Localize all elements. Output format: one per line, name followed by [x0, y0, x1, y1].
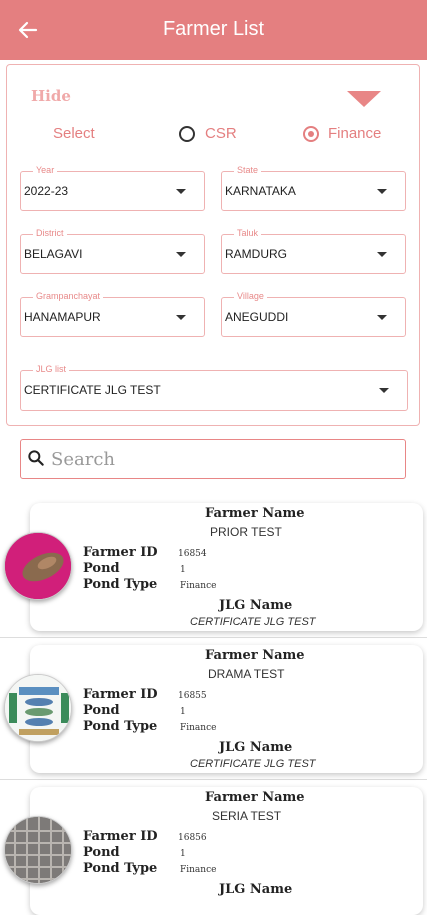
pond-type-label: Pond Type — [83, 861, 158, 876]
jlg-name-value: CERTIFICATE JLG TEST — [190, 616, 316, 628]
pond-value: 1 — [180, 849, 186, 859]
farmer-photo — [4, 674, 72, 742]
jlg-list-dropdown[interactable]: JLG list CERTIFICATE JLG TEST — [20, 364, 408, 411]
pond-value: 1 — [180, 707, 186, 717]
caret-down-icon — [176, 189, 186, 194]
taluk-dropdown[interactable]: Taluk RAMDURG — [221, 228, 406, 274]
caret-down-icon — [176, 252, 186, 257]
pond-label: Pond — [83, 703, 120, 718]
pond-type-label: Pond Type — [83, 577, 158, 592]
pond-type-value: Finance — [180, 581, 217, 591]
taluk-dropdown-label: Taluk — [234, 228, 262, 239]
search-input[interactable]: Search — [20, 439, 406, 479]
farmer-id-label: Farmer ID — [83, 687, 158, 702]
caret-down-icon — [377, 252, 387, 257]
jlg-list-dropdown-label: JLG list — [33, 364, 70, 375]
pond-type-value: Finance — [180, 723, 217, 733]
jlg-list-dropdown-value: CERTIFICATE JLG TEST — [24, 383, 161, 397]
farmer-photo — [4, 816, 72, 884]
app-bar: Farmer List — [0, 0, 427, 60]
farmer-id-value: 16855 — [178, 691, 207, 701]
farmer-photo — [4, 532, 72, 600]
village-dropdown-value: ANEGUDDI — [225, 310, 289, 324]
jlg-name-label: JLG Name — [219, 598, 293, 613]
farmer-name-label: Farmer Name — [205, 506, 305, 521]
year-dropdown-label: Year — [33, 165, 58, 176]
jlg-name-value: CERTIFICATE JLG TEST — [190, 758, 316, 770]
divider — [0, 779, 427, 780]
radio-finance-label[interactable]: Finance — [328, 125, 381, 142]
farmer-id-label: Farmer ID — [83, 545, 158, 560]
caret-down-icon — [377, 189, 387, 194]
year-dropdown-value: 2022-23 — [24, 184, 69, 198]
divider — [0, 637, 427, 638]
pond-value: 1 — [180, 565, 186, 575]
page-title: Farmer List — [162, 18, 265, 40]
collapse-triangle-icon[interactable] — [347, 91, 381, 107]
taluk-dropdown-value: RAMDURG — [225, 247, 287, 261]
farmer-id-value: 16854 — [178, 549, 207, 559]
pond-type-label: Pond Type — [83, 719, 158, 734]
search-placeholder: Search — [51, 449, 115, 470]
district-dropdown[interactable]: District BELAGAVI — [20, 228, 205, 274]
farmer-name-value: DRAMA TEST — [208, 667, 285, 681]
caret-down-icon — [379, 388, 389, 393]
grampanchayat-dropdown[interactable]: Grampanchayat HANAMAPUR — [20, 291, 205, 337]
farmer-name-label: Farmer Name — [205, 790, 305, 805]
farmer-card[interactable]: Farmer Name SERIA TEST Farmer ID 16856 P… — [30, 787, 423, 915]
caret-down-icon — [176, 315, 186, 320]
farmer-name-label: Farmer Name — [205, 648, 305, 663]
state-dropdown[interactable]: State KARNATAKA — [221, 165, 406, 211]
radio-csr-label[interactable]: CSR — [205, 125, 237, 142]
radio-csr[interactable] — [179, 126, 195, 142]
village-dropdown-label: Village — [234, 291, 267, 302]
jlg-name-label: JLG Name — [219, 882, 293, 897]
district-dropdown-value: BELAGAVI — [24, 247, 83, 261]
pond-type-value: Finance — [180, 865, 217, 875]
search-icon — [28, 450, 44, 466]
grampanchayat-dropdown-label: Grampanchayat — [33, 291, 104, 302]
jlg-name-label: JLG Name — [219, 740, 293, 755]
state-dropdown-label: State — [234, 165, 262, 176]
village-dropdown[interactable]: Village ANEGUDDI — [221, 291, 406, 337]
farmer-id-value: 16856 — [178, 833, 207, 843]
farmer-id-label: Farmer ID — [83, 829, 158, 844]
pond-label: Pond — [83, 845, 120, 860]
grampanchayat-dropdown-value: HANAMAPUR — [24, 310, 101, 324]
year-dropdown[interactable]: Year 2022-23 — [20, 165, 205, 211]
farmer-card[interactable]: Farmer Name PRIOR TEST Farmer ID 16854 P… — [30, 503, 423, 631]
hide-filters-label[interactable]: Hide — [31, 87, 71, 105]
select-label: Select — [53, 125, 95, 142]
state-dropdown-value: KARNATAKA — [225, 184, 296, 198]
pond-label: Pond — [83, 561, 120, 576]
caret-down-icon — [377, 315, 387, 320]
radio-finance[interactable] — [303, 126, 319, 142]
farmer-name-value: SERIA TEST — [212, 809, 282, 823]
farmer-name-value: PRIOR TEST — [210, 525, 282, 539]
district-dropdown-label: District — [33, 228, 67, 239]
farmer-card[interactable]: Farmer Name DRAMA TEST Farmer ID 16855 P… — [30, 645, 423, 773]
